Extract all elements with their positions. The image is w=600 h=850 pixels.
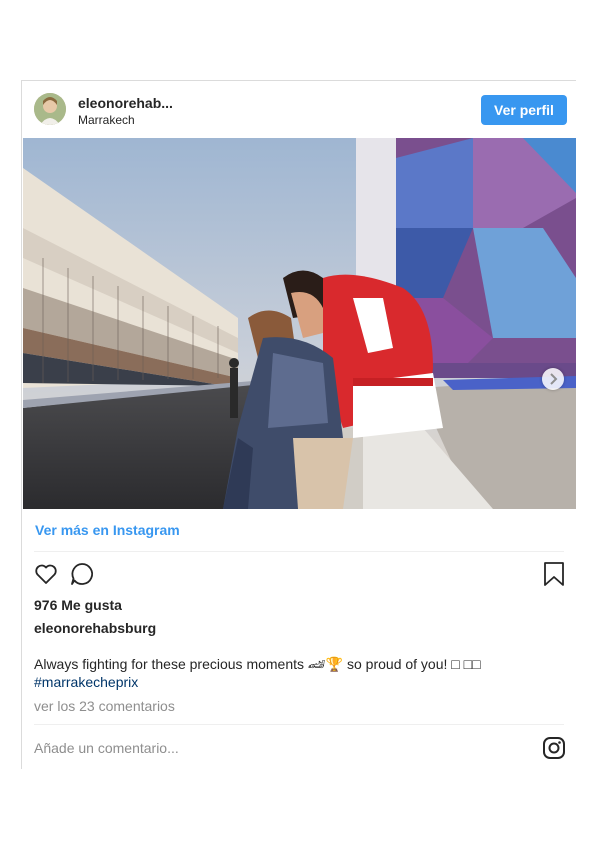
- post-location[interactable]: Marrakech: [78, 113, 135, 127]
- caption-text: Always fighting for these precious momen…: [34, 656, 481, 672]
- comment-button[interactable]: [69, 561, 95, 592]
- heart-icon: [35, 564, 57, 584]
- view-more-link[interactable]: Ver más en Instagram: [35, 522, 180, 538]
- post-photo[interactable]: [23, 138, 576, 509]
- comment-input[interactable]: Añade un comentario...: [34, 740, 179, 756]
- caption-username[interactable]: eleonorehabsburg: [34, 620, 156, 636]
- save-button[interactable]: [542, 561, 566, 592]
- bookmark-icon: [544, 562, 564, 586]
- hashtag-link[interactable]: #marrakecheprix: [34, 674, 138, 690]
- instagram-embed-card: eleonorehab... Marrakech Ver perfil Ver …: [21, 80, 576, 769]
- comment-bubble-icon: [71, 563, 93, 585]
- like-button[interactable]: [33, 561, 59, 592]
- instagram-logo-icon: [543, 737, 565, 759]
- divider: [34, 551, 564, 552]
- post-header: eleonorehab... Marrakech Ver perfil: [22, 81, 576, 137]
- avatar[interactable]: [34, 93, 66, 125]
- view-comments-link[interactable]: ver los 23 comentarios: [34, 698, 175, 714]
- post-username[interactable]: eleonorehab...: [78, 95, 173, 111]
- carousel-next-button[interactable]: [542, 368, 564, 390]
- instagram-logo-button[interactable]: [542, 736, 566, 765]
- chevron-right-icon: [550, 373, 558, 385]
- divider: [34, 724, 564, 725]
- likes-count[interactable]: 976 Me gusta: [34, 597, 122, 613]
- caption: Always fighting for these precious momen…: [34, 655, 554, 691]
- view-profile-button[interactable]: Ver perfil: [481, 95, 567, 125]
